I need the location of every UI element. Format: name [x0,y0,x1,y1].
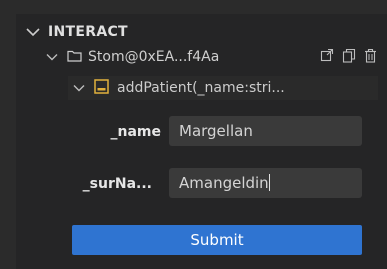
contract-actions [320,48,377,67]
submit-button-label: Submit [190,231,244,249]
folder-icon [67,49,82,66]
chevron-down-icon[interactable] [43,48,61,66]
interact-panel: INTERACT Stom@0xEA...f4Aa addPatient(_na… [16,14,387,269]
copy-icon[interactable] [342,48,356,67]
contract-name: Stom@0xEA...f4Aa [88,49,220,65]
deployed-contract-item[interactable]: Stom@0xEA...f4Aa [43,46,383,68]
interact-section-header[interactable]: INTERACT [24,22,128,42]
surname-input[interactable]: Amangeldin [169,168,362,198]
chevron-down-icon[interactable] [24,23,42,41]
name-input[interactable]: Margellan [169,116,362,146]
surname-input-value: Amangeldin [179,174,269,192]
section-title: INTERACT [48,24,128,40]
submit-button[interactable]: Submit [72,225,362,255]
name-field-label: _name [110,124,162,140]
method-icon [94,78,109,98]
name-input-value: Margellan [179,122,253,140]
method-signature: addPatient(_name:stri... [117,80,285,96]
method-item[interactable]: addPatient(_name:stri... [68,76,378,100]
surname-field-label: _surNa... [82,176,152,192]
trash-icon[interactable] [364,48,377,67]
chevron-down-icon[interactable] [70,79,88,97]
text-cursor [268,174,270,191]
open-in-editor-icon[interactable] [320,48,334,66]
